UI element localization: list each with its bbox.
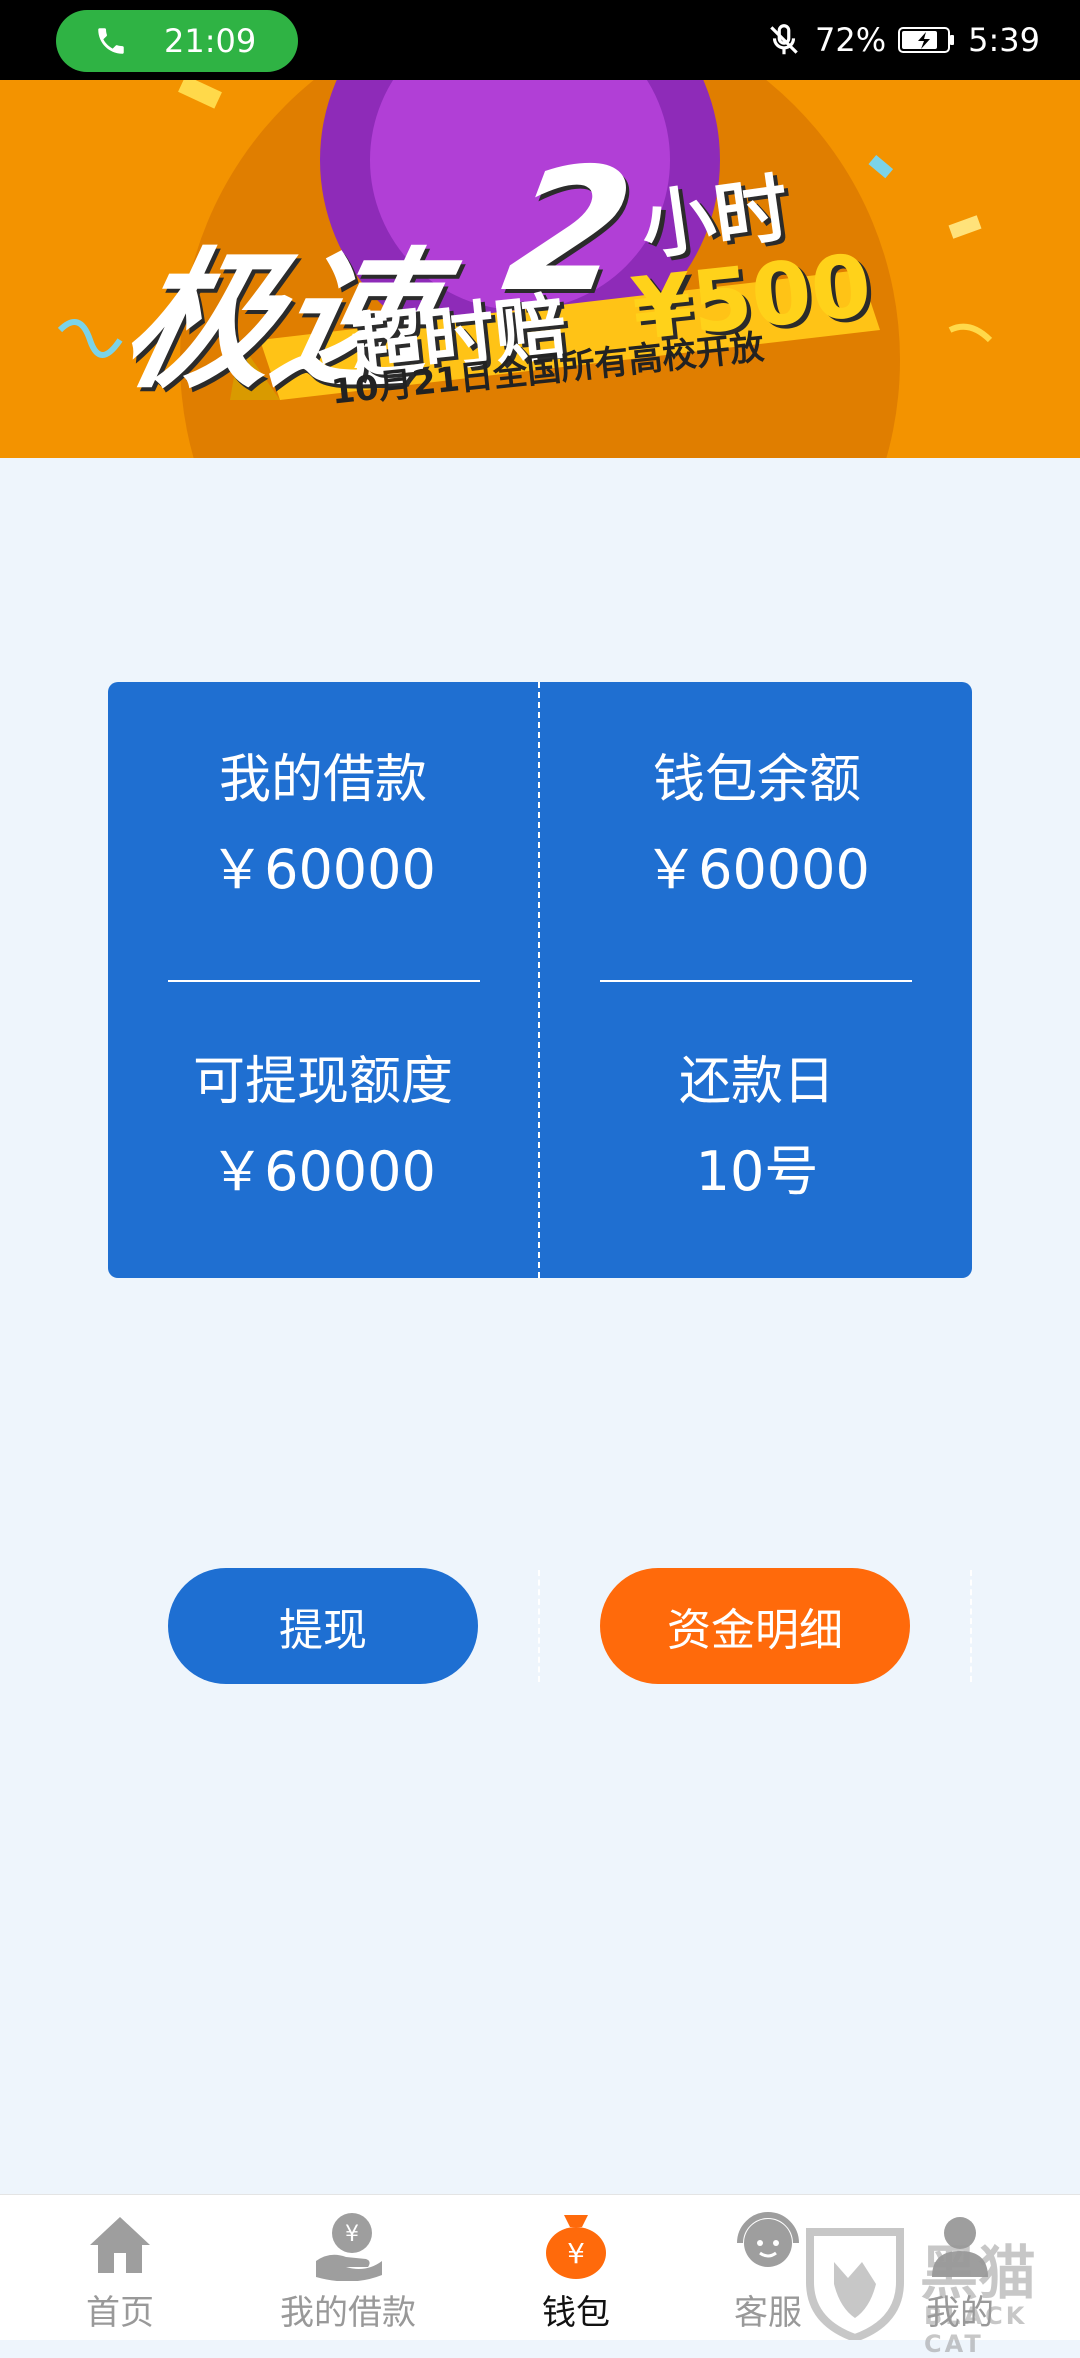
withdrawable-label: 可提现额度	[192, 1052, 453, 1112]
status-indicators: 72% 5:39	[765, 0, 1040, 80]
promo-banner[interactable]: 极速 2 小时 超时赔 ¥500 10月21日全国所有高校开放	[0, 80, 1080, 458]
svg-text:¥: ¥	[567, 2237, 585, 2270]
watermark-text: 黑猫	[920, 2239, 1037, 2307]
wallet-balance-cell: 钱包余额 ￥60000	[542, 744, 972, 908]
wallet-summary-card: 我的借款 ￥60000 钱包余额 ￥60000 可提现额度 ￥60000 还款日…	[108, 682, 972, 1278]
nav-label-my-loan: 我的借款	[280, 2293, 416, 2333]
ongoing-call-pill[interactable]: 21:09	[56, 10, 298, 72]
nav-label-home: 首页	[86, 2293, 154, 2333]
black-cat-watermark: 黑猫 BLACK CAT	[800, 2222, 1080, 2358]
fund-detail-button[interactable]: 资金明细	[600, 1568, 910, 1684]
wallet-balance-label: 钱包余额	[652, 750, 861, 810]
nav-item-wallet[interactable]: ¥ 钱包	[468, 2195, 684, 2341]
my-loan-cell: 我的借款 ￥60000	[108, 744, 538, 908]
card-vertical-divider	[538, 682, 540, 1278]
svg-text:¥: ¥	[345, 2222, 359, 2247]
battery-percent: 72%	[815, 21, 887, 59]
battery-charging-icon	[898, 27, 955, 53]
button-separator	[538, 1570, 540, 1682]
watermark-subtext: BLACK CAT	[924, 2302, 1028, 2358]
button-separator-right	[970, 1570, 972, 1682]
nav-item-home[interactable]: 首页	[12, 2195, 228, 2341]
customer-service-icon	[737, 2212, 799, 2267]
status-bar: 21:09 72% 5:39	[0, 0, 1080, 80]
my-loan-value: ￥60000	[210, 838, 436, 901]
repay-day-cell: 还款日 10号	[542, 1046, 972, 1210]
withdrawable-value: ￥60000	[210, 1140, 436, 1203]
phone-icon	[98, 28, 124, 54]
repay-day-value: 10号	[695, 1140, 819, 1203]
card-horizontal-divider-left	[168, 980, 480, 982]
card-horizontal-divider-right	[600, 980, 912, 982]
mic-muted-icon	[770, 24, 798, 55]
repay-day-label: 还款日	[678, 1052, 835, 1112]
wallet-bag-icon: ¥	[546, 2215, 606, 2279]
cat-shield-logo-icon	[806, 2228, 904, 2343]
withdrawable-cell: 可提现额度 ￥60000	[108, 1046, 538, 1210]
wallet-balance-value: ￥60000	[644, 838, 870, 901]
nav-item-my-loan[interactable]: ¥ 我的借款	[240, 2195, 456, 2341]
loan-hand-icon: ¥	[316, 2213, 382, 2281]
my-loan-label: 我的借款	[218, 750, 427, 810]
call-duration: 21:09	[164, 22, 257, 60]
clock: 5:39	[968, 21, 1040, 59]
withdraw-button[interactable]: 提现	[168, 1568, 478, 1684]
home-icon	[90, 2217, 150, 2273]
nav-label-wallet: 钱包	[542, 2293, 610, 2333]
